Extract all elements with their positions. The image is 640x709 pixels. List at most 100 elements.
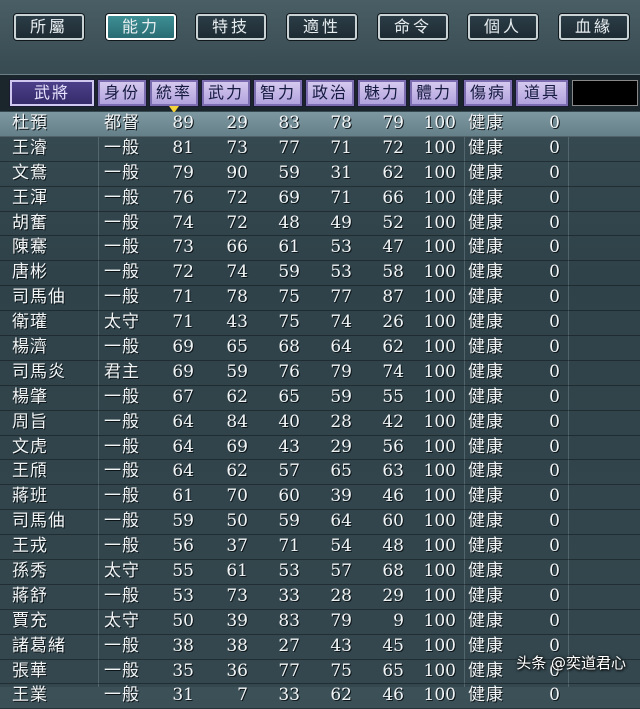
officer-name-cell: 王戎 [12,536,48,557]
header-war[interactable]: 武力 [201,79,251,107]
rank-cell: 一般 [104,187,140,208]
items-cell: 0 [549,113,560,133]
table-row[interactable]: 胡奮 一般 74 72 48 49 52 100 健康 0 [0,212,640,237]
charisma-cell: 79 [382,113,404,133]
table-row[interactable]: 楊肇 一般 67 62 65 59 55 100 健康 0 [0,386,640,411]
charisma-cell: 72 [382,137,404,158]
tab-aptitude[interactable]: 適性 [287,14,357,40]
table-row[interactable]: 賈充 太守 50 39 83 79 9 100 健康 0 [0,610,640,635]
injury-cell: 健康 [468,162,504,183]
tab-command[interactable]: 命令 [378,14,448,40]
charisma-cell: 46 [382,685,404,706]
table-row[interactable]: 王濬 一般 81 73 77 71 72 100 健康 0 [0,137,640,162]
watermark: 头条 @奕道君心 [516,654,626,672]
war-cell: 78 [226,287,248,308]
header-rank[interactable]: 身份 [97,79,147,107]
table-row[interactable]: 王頎 一般 64 62 57 65 63 100 健康 0 [0,460,640,486]
stamina-cell: 100 [423,212,456,233]
leadership-cell: 79 [172,162,194,183]
stamina-cell: 100 [423,585,456,606]
officer-name-cell: 蔣班 [12,486,48,507]
table-row[interactable]: 周旨 一般 64 84 40 28 42 100 健康 0 [0,411,640,436]
injury-cell: 健康 [468,262,504,283]
table-row[interactable]: 杜預 都督 89 29 83 78 79 100 健康 0 [0,112,640,137]
politics-cell: 65 [330,461,352,482]
rank-cell: 都督 [104,113,140,133]
war-cell: 39 [226,610,248,631]
items-cell: 0 [549,361,560,382]
war-cell: 73 [226,137,248,158]
table-row[interactable]: 王戎 一般 56 37 71 54 48 100 健康 0 [0,535,640,561]
war-cell: 66 [226,237,248,258]
charisma-cell: 74 [382,361,404,382]
intelligence-cell: 59 [278,262,300,283]
header-stamina[interactable]: 體力 [409,79,459,107]
stamina-cell: 100 [423,635,456,656]
officer-name-cell: 文虎 [12,436,48,457]
table-row[interactable]: 孫秀 太守 55 61 53 57 68 100 健康 0 [0,560,640,585]
officer-name-cell: 王渾 [12,187,48,208]
politics-cell: 77 [330,287,352,308]
leadership-cell: 38 [172,635,194,656]
charisma-cell: 62 [382,337,404,358]
header-officer[interactable]: 武將 [9,79,95,107]
stamina-cell: 100 [423,386,456,407]
tab-affiliation[interactable]: 所屬 [14,14,84,40]
politics-cell: 28 [330,411,352,432]
header-blank [572,80,638,106]
rank-cell: 一般 [104,461,140,482]
tab-personal[interactable]: 個人 [468,14,538,40]
leadership-cell: 64 [172,411,194,432]
table-row[interactable]: 蔣舒 一般 53 73 33 28 29 100 健康 0 [0,585,640,610]
politics-cell: 75 [330,660,352,681]
intelligence-cell: 27 [278,635,300,656]
rank-cell: 一般 [104,585,140,606]
header-injury[interactable]: 傷病 [463,79,513,107]
header-leadership[interactable]: 統率 [149,79,199,113]
items-cell: 0 [549,312,560,333]
politics-cell: 43 [330,635,352,656]
header-politics[interactable]: 政治 [305,79,355,107]
leadership-cell: 89 [172,113,194,133]
charisma-cell: 62 [382,162,404,183]
leadership-cell: 76 [172,187,194,208]
tab-skills[interactable]: 特技 [196,14,266,40]
leadership-cell: 50 [172,610,194,631]
table-row[interactable]: 文鴦 一般 79 90 59 31 62 100 健康 0 [0,162,640,187]
politics-cell: 31 [330,162,352,183]
leadership-cell: 53 [172,585,194,606]
table-row[interactable]: 陳騫 一般 73 66 61 53 47 100 健康 0 [0,236,640,262]
table-row[interactable]: 衛瓘 太守 71 43 75 74 26 100 健康 0 [0,311,640,337]
table-row[interactable]: 楊濟 一般 69 65 68 64 62 100 健康 0 [0,336,640,361]
officer-name-cell: 孫秀 [12,561,48,582]
table-row[interactable]: 蔣班 一般 61 70 60 39 46 100 健康 0 [0,485,640,511]
charisma-cell: 47 [382,237,404,258]
tab-ability[interactable]: 能力 [106,14,176,40]
officer-name-cell: 陳騫 [12,237,48,258]
rank-cell: 一般 [104,536,140,557]
table-row[interactable]: 司馬炎 君主 69 59 76 79 74 100 健康 0 [0,361,640,386]
table-row[interactable]: 王業 一般 31 7 33 62 46 100 健康 0 [0,684,640,709]
table-row[interactable]: 王渾 一般 76 72 69 71 66 100 健康 0 [0,187,640,212]
header-intelligence[interactable]: 智力 [253,79,303,107]
war-cell: 90 [226,162,248,183]
header-charisma[interactable]: 魅力 [357,79,407,107]
items-cell: 0 [549,162,560,183]
rank-cell: 一般 [104,162,140,183]
table-row[interactable]: 文虎 一般 64 69 43 29 56 100 健康 0 [0,436,640,461]
tab-lineage[interactable]: 血緣 [559,14,629,40]
war-cell: 62 [226,386,248,407]
table-row[interactable]: 唐彬 一般 72 74 59 53 58 100 健康 0 [0,261,640,287]
tab-bar: 所屬 能力 特技 適性 命令 個人 血緣 [0,0,640,62]
rank-cell: 一般 [104,660,140,681]
header-items[interactable]: 道具 [515,79,569,107]
stamina-cell: 100 [423,610,456,631]
items-cell: 0 [549,287,560,308]
charisma-cell: 66 [382,187,404,208]
leadership-cell: 71 [172,287,194,308]
table-row[interactable]: 司馬伷 一般 71 78 75 77 87 100 健康 0 [0,286,640,312]
war-cell: 65 [226,337,248,358]
leadership-cell: 31 [172,685,194,706]
table-row[interactable]: 司馬伷 一般 59 50 59 64 60 100 健康 0 [0,510,640,536]
injury-cell: 健康 [468,312,504,333]
